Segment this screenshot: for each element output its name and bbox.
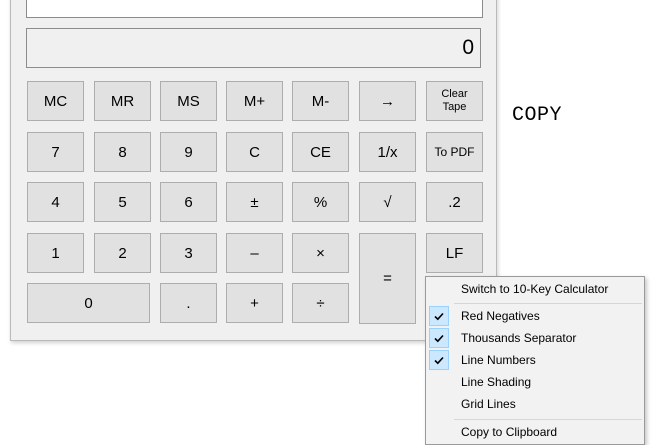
menu-item-label: Switch to 10-Key Calculator (461, 282, 609, 296)
check-icon (429, 350, 449, 370)
key-3[interactable]: 3 (160, 233, 217, 273)
key-5[interactable]: 5 (94, 182, 151, 222)
menu-separator (454, 419, 642, 420)
key-arrow-right[interactable]: → (359, 81, 416, 121)
key-plus-minus[interactable]: ± (226, 182, 283, 222)
menu-item-label: Thousands Separator (461, 331, 577, 345)
key-minus[interactable]: – (226, 233, 283, 273)
key-ms[interactable]: MS (160, 81, 217, 121)
key-divide[interactable]: ÷ (292, 283, 349, 323)
key-m-minus[interactable]: M- (292, 81, 349, 121)
copy-label: COPY (512, 104, 563, 127)
check-icon (429, 328, 449, 348)
key-plus[interactable]: + (226, 283, 283, 323)
menu-item-thousands-separator[interactable]: Thousands Separator (426, 327, 644, 349)
key-9[interactable]: 9 (160, 132, 217, 172)
menu-separator (454, 303, 642, 304)
key-clear-tape[interactable]: Clear Tape (426, 81, 483, 121)
key-to-pdf[interactable]: To PDF (426, 132, 483, 172)
menu-item-label: Red Negatives (461, 309, 540, 323)
menu-item-label: Line Shading (461, 375, 532, 389)
tape-area[interactable] (26, 0, 483, 18)
key-2[interactable]: 2 (94, 233, 151, 273)
key-reciprocal[interactable]: 1/x (359, 132, 416, 172)
menu-item-grid-lines[interactable]: Grid Lines (426, 393, 644, 415)
menu-item-switch-10key[interactable]: Switch to 10-Key Calculator (426, 278, 644, 300)
check-icon (429, 306, 449, 326)
key-mr[interactable]: MR (94, 81, 151, 121)
key-1[interactable]: 1 (27, 233, 84, 273)
key-percent[interactable]: % (292, 182, 349, 222)
key-8[interactable]: 8 (94, 132, 151, 172)
key-mc[interactable]: MC (27, 81, 84, 121)
menu-item-line-numbers[interactable]: Line Numbers (426, 349, 644, 371)
menu-item-red-negatives[interactable]: Red Negatives (426, 305, 644, 327)
key-decimal[interactable]: . (160, 283, 217, 323)
calculator-display: 0 (26, 28, 481, 68)
context-menu: Switch to 10-Key Calculator Red Negative… (425, 276, 645, 445)
key-6[interactable]: 6 (160, 182, 217, 222)
key-sqrt[interactable]: √ (359, 182, 416, 222)
menu-item-line-shading[interactable]: Line Shading (426, 371, 644, 393)
key-ce[interactable]: CE (292, 132, 349, 172)
menu-item-label: Line Numbers (461, 353, 536, 367)
key-decimal-places[interactable]: .2 (426, 182, 483, 222)
menu-item-label: Copy to Clipboard (461, 425, 558, 439)
key-4[interactable]: 4 (27, 182, 84, 222)
clear-tape-label: Clear Tape (441, 88, 468, 113)
menu-item-copy-clipboard[interactable]: Copy to Clipboard (426, 421, 644, 443)
key-equals[interactable]: = (359, 233, 416, 324)
key-c[interactable]: C (226, 132, 283, 172)
menu-item-label: Grid Lines (461, 397, 516, 411)
key-7[interactable]: 7 (27, 132, 84, 172)
key-multiply[interactable]: × (292, 233, 349, 273)
key-lf[interactable]: LF (426, 233, 483, 273)
key-m-plus[interactable]: M+ (226, 81, 283, 121)
key-0[interactable]: 0 (27, 283, 150, 323)
